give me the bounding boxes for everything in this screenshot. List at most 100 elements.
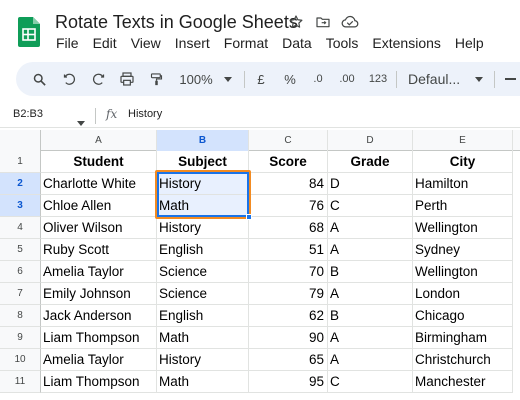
column-header-e[interactable]: E [413,130,513,151]
font-family-select[interactable]: Defaul... [408,62,468,96]
cell-b10[interactable]: History [157,349,249,371]
header-cell-d[interactable]: Grade [328,151,413,173]
increase-decimal-button[interactable]: .00 [334,62,360,96]
row-header-6[interactable]: 6 [0,261,41,283]
row-header-9[interactable]: 9 [0,327,41,349]
header-cell-c[interactable]: Score [249,151,328,173]
cell-b4[interactable]: History [157,217,249,239]
cell-b5[interactable]: English [157,239,249,261]
cell-e9[interactable]: Birmingham [413,327,513,349]
cell-e8[interactable]: Chicago [413,305,513,327]
cell-b7[interactable]: Science [157,283,249,305]
header-cell-a[interactable]: Student [41,151,157,173]
cell-e10[interactable]: Christchurch [413,349,513,371]
cell-c11[interactable]: 95 [249,371,328,393]
cell-d6[interactable]: B [328,261,413,283]
cell-b8[interactable]: English [157,305,249,327]
cell-d7[interactable]: A [328,283,413,305]
fill-handle[interactable] [246,214,252,220]
menu-format[interactable]: Format [224,35,268,51]
menu-insert[interactable]: Insert [175,35,210,51]
menu-tools[interactable]: Tools [326,35,359,51]
document-title[interactable]: Rotate Texts in Google Sheets [55,12,298,33]
search-menus-icon[interactable] [28,62,50,96]
cloud-status-icon[interactable] [341,13,359,31]
row-header-10[interactable]: 10 [0,349,41,371]
menu-extensions[interactable]: Extensions [372,35,440,51]
cell-a8[interactable]: Jack Anderson [41,305,157,327]
column-header-c[interactable]: C [249,130,328,151]
font-dropdown-icon[interactable] [472,62,486,96]
cell-c7[interactable]: 79 [249,283,328,305]
menu-data[interactable]: Data [282,35,312,51]
row-header-2[interactable]: 2 [0,173,41,195]
name-box-dropdown-icon[interactable] [77,113,85,131]
menu-file[interactable]: File [56,35,79,51]
cell-e6[interactable]: Wellington [413,261,513,283]
cell-e3[interactable]: Perth [413,195,513,217]
cell-c8[interactable]: 62 [249,305,328,327]
move-to-folder-icon[interactable] [314,13,332,31]
decrease-decimal-button[interactable]: .0 [307,62,329,96]
cell-d5[interactable]: A [328,239,413,261]
format-percent-button[interactable]: % [281,62,299,96]
column-header-d[interactable]: D [328,130,413,151]
cell-c2[interactable]: 84 [249,173,328,195]
menu-help[interactable]: Help [455,35,484,51]
row-header-8[interactable]: 8 [0,305,41,327]
cell-d9[interactable]: A [328,327,413,349]
zoom-select[interactable]: 100% [176,62,216,96]
row-header-7[interactable]: 7 [0,283,41,305]
cell-e4[interactable]: Wellington [413,217,513,239]
row-header-11[interactable]: 11 [0,371,41,393]
decrease-font-size-icon[interactable] [502,62,518,96]
cell-e2[interactable]: Hamilton [413,173,513,195]
redo-icon[interactable] [87,62,109,96]
cell-a4[interactable]: Oliver Wilson [41,217,157,239]
cell-b6[interactable]: Science [157,261,249,283]
format-currency-button[interactable]: £ [252,62,270,96]
cell-a2[interactable]: Charlotte White [41,173,157,195]
column-header-a[interactable]: A [41,130,157,151]
cell-b3[interactable]: Math [157,195,249,217]
print-icon[interactable] [116,62,138,96]
header-cell-e[interactable]: City [413,151,513,173]
column-header-b[interactable]: B [157,130,249,151]
cell-a9[interactable]: Liam Thompson [41,327,157,349]
cell-d8[interactable]: B [328,305,413,327]
cell-c10[interactable]: 65 [249,349,328,371]
name-box[interactable]: B2:B3 [13,108,43,120]
cell-b11[interactable]: Math [157,371,249,393]
cell-a5[interactable]: Ruby Scott [41,239,157,261]
cell-a6[interactable]: Amelia Taylor [41,261,157,283]
zoom-dropdown-icon[interactable] [221,62,235,96]
undo-icon[interactable] [58,62,80,96]
cell-a11[interactable]: Liam Thompson [41,371,157,393]
paint-format-icon[interactable] [145,62,167,96]
row-header-1[interactable]: 1 [0,151,41,173]
cell-c9[interactable]: 90 [249,327,328,349]
cell-e7[interactable]: London [413,283,513,305]
formula-input[interactable]: History [128,108,162,120]
more-formats-button[interactable]: 123 [366,62,390,96]
cell-d11[interactable]: C [328,371,413,393]
cell-e11[interactable]: Manchester [413,371,513,393]
row-header-3[interactable]: 3 [0,195,41,217]
cell-d3[interactable]: C [328,195,413,217]
menu-view[interactable]: View [131,35,161,51]
cell-d4[interactable]: A [328,217,413,239]
cell-a7[interactable]: Emily Johnson [41,283,157,305]
row-header-5[interactable]: 5 [0,239,41,261]
cell-c5[interactable]: 51 [249,239,328,261]
cell-d2[interactable]: D [328,173,413,195]
cell-e5[interactable]: Sydney [413,239,513,261]
cell-c4[interactable]: 68 [249,217,328,239]
menu-edit[interactable]: Edit [93,35,117,51]
select-all-corner[interactable] [0,130,41,151]
sheets-logo-icon[interactable] [18,17,40,47]
cell-b9[interactable]: Math [157,327,249,349]
cell-a10[interactable]: Amelia Taylor [41,349,157,371]
cell-c3[interactable]: 76 [249,195,328,217]
cell-a3[interactable]: Chloe Allen [41,195,157,217]
cell-c6[interactable]: 70 [249,261,328,283]
